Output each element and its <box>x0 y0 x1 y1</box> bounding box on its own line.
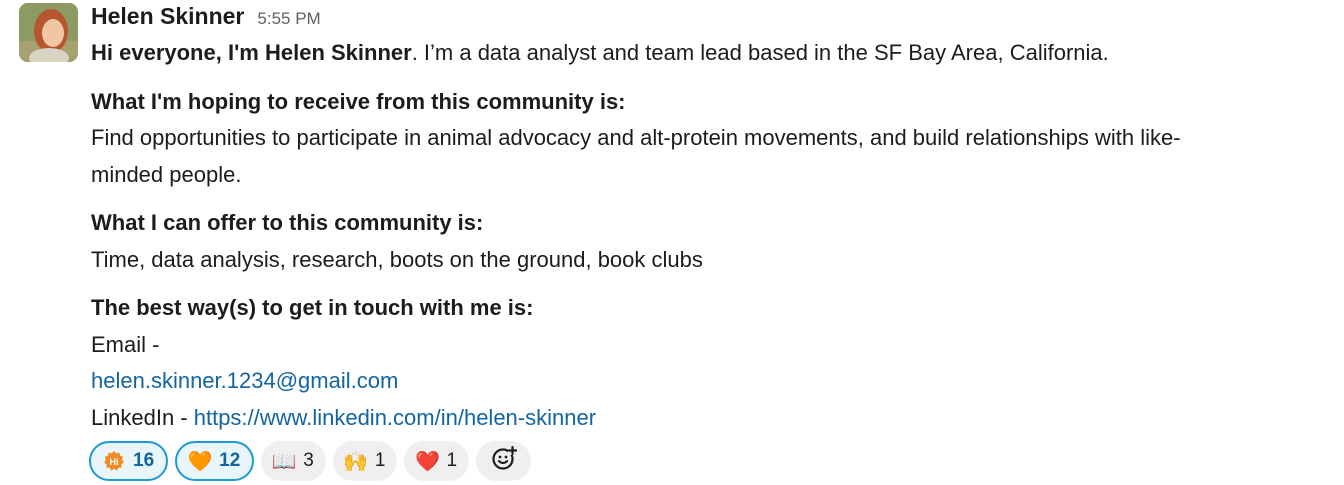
open-book-icon: 📖 <box>271 450 297 473</box>
linkedin-line: LinkedIn - https://www.linkedin.com/in/h… <box>91 400 1331 437</box>
intro-bold: Hi everyone, I'm Helen Skinner <box>91 40 412 65</box>
linkedin-link[interactable]: https://www.linkedin.com/in/helen-skinne… <box>194 405 596 430</box>
reaction-count: 1 <box>374 450 386 471</box>
email-line: helen.skinner.1234@gmail.com <box>91 363 1331 400</box>
add-reaction-button[interactable] <box>476 441 532 481</box>
timestamp[interactable]: 5:55 PM <box>257 3 320 35</box>
avatar-image <box>19 3 78 62</box>
orange-heart-icon: 🧡 <box>187 450 213 473</box>
intro-rest: . I’m a data analyst and team lead based… <box>411 40 1109 65</box>
reaction-red-heart[interactable]: ❤️ 1 <box>404 441 470 481</box>
red-heart-icon: ❤️ <box>414 450 440 473</box>
reaction-raised-hands[interactable]: 🙌 1 <box>332 441 398 481</box>
email-link[interactable]: helen.skinner.1234@gmail.com <box>91 368 398 393</box>
section-title-offer: What I can offer to this community is: <box>91 210 484 235</box>
linkedin-label: LinkedIn - <box>91 404 194 430</box>
reactions-bar: Hi 16 🧡 12 📖 3 🙌 1 ❤️ 1 <box>89 441 532 481</box>
reaction-count: 1 <box>446 450 458 471</box>
sender-name[interactable]: Helen Skinner <box>91 0 244 32</box>
section-body-receive-line2: minded people. <box>91 161 242 187</box>
add-emoji-icon <box>491 445 517 477</box>
reaction-count: 12 <box>219 450 241 471</box>
section-title-receive: What I'm hoping to receive from this com… <box>91 88 626 114</box>
reaction-orange-heart[interactable]: 🧡 12 <box>175 441 255 481</box>
message: Helen Skinner 5:55 PM Hi everyone, I'm H… <box>0 0 1344 485</box>
reaction-count: 16 <box>133 450 155 471</box>
avatar[interactable] <box>19 3 78 62</box>
message-content: Helen Skinner 5:55 PM Hi everyone, I'm H… <box>91 0 1331 436</box>
reaction-count: 3 <box>303 450 314 471</box>
email-label: Email - <box>91 331 160 357</box>
message-header: Helen Skinner 5:55 PM <box>91 0 1331 33</box>
svg-text:Hi: Hi <box>110 457 119 467</box>
section-body-receive-line1: Find opportunities to participate in ani… <box>91 125 1181 150</box>
hi-icon: Hi <box>102 449 126 473</box>
raised-hands-icon: 🙌 <box>343 450 369 473</box>
section-body-offer: Time, data analysis, research, boots on … <box>91 246 703 272</box>
intro-paragraph: Hi everyone, I'm Helen Skinner. I’m a da… <box>91 35 1331 72</box>
section-title-contact: The best way(s) to get in touch with me … <box>91 295 534 320</box>
section-body-receive: Find opportunities to participate in ani… <box>91 120 1331 193</box>
reaction-hi[interactable]: Hi 16 <box>89 441 169 481</box>
reaction-open-book[interactable]: 📖 3 <box>261 441 326 481</box>
